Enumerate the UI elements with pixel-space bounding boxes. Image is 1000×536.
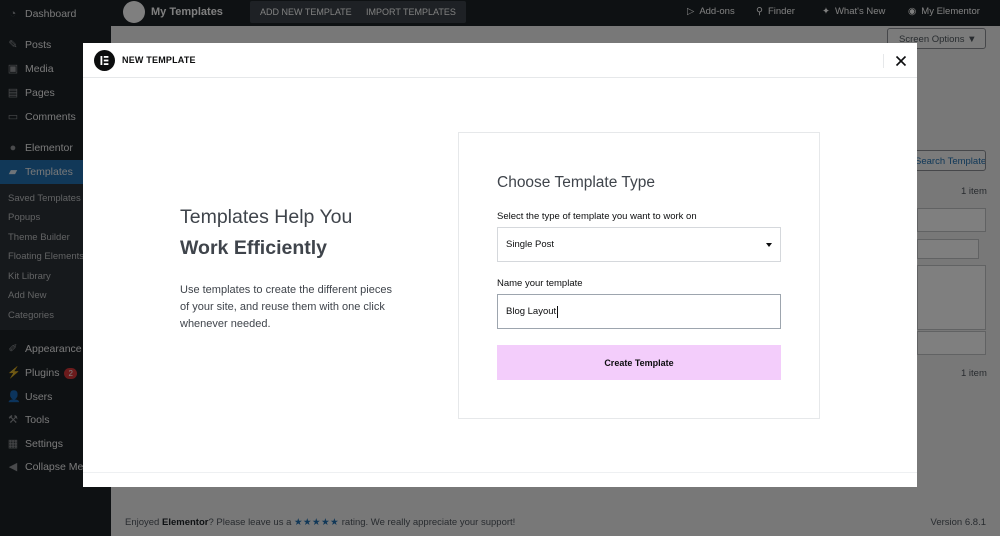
- template-name-input[interactable]: Blog Layout: [497, 294, 781, 329]
- intro-description: Use templates to create the different pi…: [180, 284, 392, 330]
- form-title: Choose Template Type: [497, 174, 655, 191]
- chevron-down-icon: [766, 243, 772, 247]
- template-form-card: Choose Template Type Select the type of …: [458, 132, 820, 419]
- modal-header: NEW TEMPLATE: [83, 43, 917, 78]
- header-divider: [883, 54, 884, 68]
- template-type-value: Single Post: [506, 239, 555, 250]
- elementor-logo-icon: [94, 50, 115, 71]
- modal-footer-divider: [83, 472, 917, 473]
- close-icon[interactable]: [891, 51, 911, 71]
- modal-title: NEW TEMPLATE: [122, 55, 196, 65]
- template-type-label: Select the type of template you want to …: [497, 211, 697, 222]
- template-name-value: Blog Layout: [506, 306, 557, 317]
- new-template-modal: NEW TEMPLATE Templates Help You Work Eff…: [83, 43, 917, 487]
- intro-heading-line1: Templates Help You: [180, 206, 353, 228]
- template-name-label: Name your template: [497, 278, 583, 289]
- create-template-button[interactable]: Create Template: [497, 345, 781, 380]
- text-cursor: [557, 305, 559, 318]
- template-type-select[interactable]: Single Post: [497, 227, 781, 262]
- intro-heading-line2: Work Efficiently: [180, 237, 328, 259]
- intro-heading: Templates Help You Work Efficiently: [180, 202, 352, 264]
